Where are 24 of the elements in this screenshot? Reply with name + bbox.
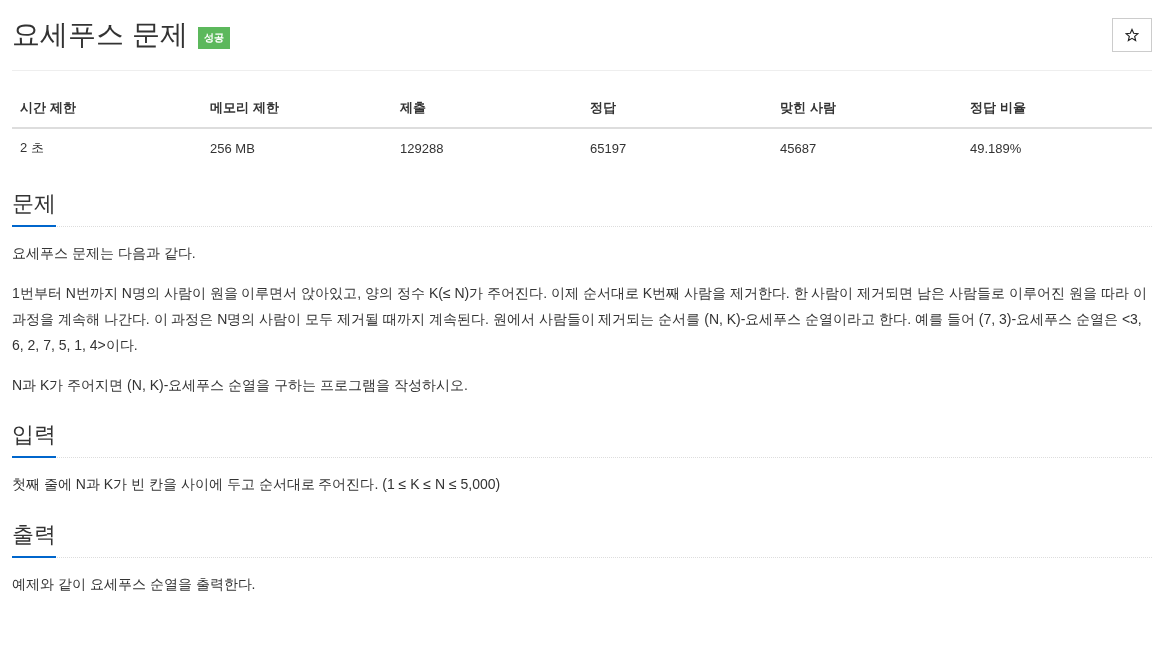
column-header: 메모리 제한 bbox=[202, 89, 392, 128]
section-heading: 출력 bbox=[12, 516, 56, 559]
paragraph: 예제와 같이 요세푸스 순열을 출력한다. bbox=[12, 575, 257, 595]
table-cell: 65197 bbox=[582, 128, 772, 167]
paragraph: 요세푸스 문제는 다음과 같다. bbox=[12, 244, 197, 263]
column-header: 정답 bbox=[582, 89, 772, 128]
column-header: 정답 비율 bbox=[962, 89, 1152, 128]
table-cell: 45687 bbox=[772, 128, 962, 167]
paragraph: 첫째 줄에 N과 K가 빈 칸을 사이에 두고 순서대로 주어진다. (1 ≤ K ≤ N ≤ 5,000) bbox=[12, 475, 502, 495]
section-heading: 문제 bbox=[12, 185, 56, 227]
problem-title: 요세푸스 문제 bbox=[12, 18, 188, 52]
star-icon bbox=[1125, 28, 1139, 42]
favorite-button[interactable] bbox=[1112, 18, 1152, 52]
table-cell: 2 초 bbox=[12, 128, 202, 167]
table-cell: 256 MB bbox=[202, 128, 392, 167]
paragraph: 1번부터 N번까지 N명의 사람이 원을 이루면서 앉아있고, 양의 정수 K(≤ N)가 주어진다. 이제 순서대로 K번째 사람을 제거한다. 한 사람이 제거되면 남은 사람들로 이루어진 원을 따라 이 과정을 계속해 나간다. 이 과정은 N명의 사람이 모두 제거될 때까지 계속된다. 원에서 사람들이 제거되는 순서를 (N, K)-요세푸스 순열이라고 한다. 예를 들어 (7, 3)-요세푸스 순열은 <3, 6, 2, 7, 5, 1, 4>이다. bbox=[12, 283, 1148, 355]
table-cell: 129288 bbox=[392, 128, 582, 167]
section-heading: 입력 bbox=[12, 416, 56, 459]
paragraph: N과 K가 주어지면 (N, K)-요세푸스 순열을 구하는 프로그램을 작성하시오. bbox=[12, 375, 469, 395]
status-badge: 성공 bbox=[197, 27, 230, 49]
table-cell: 49.189% bbox=[962, 128, 1152, 167]
column-header: 맞힌 사람 bbox=[772, 89, 962, 128]
column-header: 제출 bbox=[392, 89, 582, 128]
column-header: 시간 제한 bbox=[12, 89, 202, 128]
